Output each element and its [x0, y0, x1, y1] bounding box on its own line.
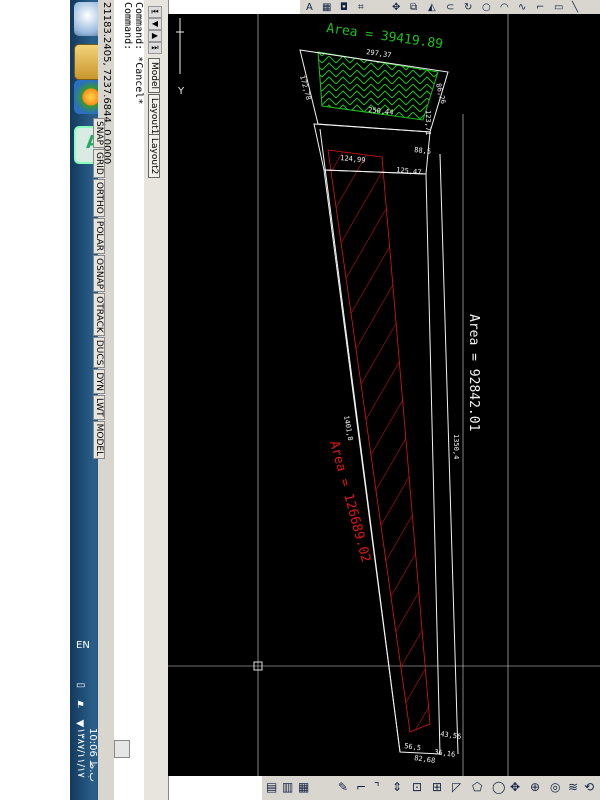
- layer-states-icon[interactable]: ▥: [282, 780, 293, 794]
- ucs-icon: [176, 18, 184, 74]
- mirror-icon[interactable]: ◭: [428, 2, 436, 13]
- network-icon[interactable]: ▭: [76, 680, 85, 691]
- dim-bottom-1: 56,5: [404, 742, 422, 752]
- dim-left-top: 172,78: [298, 74, 312, 101]
- dim-mid: 250,44: [368, 106, 394, 117]
- otrack-toggle[interactable]: OTRACK: [93, 293, 105, 336]
- dim-long-left: 1401,8: [342, 415, 354, 441]
- taskbar-margin: [0, 0, 70, 800]
- break-icon[interactable]: ⊞: [432, 780, 442, 794]
- zoom-icon[interactable]: ⊕: [530, 780, 540, 794]
- scale-icon[interactable]: ⊡: [412, 780, 422, 794]
- language-indicator[interactable]: EN: [76, 640, 90, 651]
- command-scrollbar[interactable]: [114, 740, 130, 758]
- toolbar-top: A ▦ ◘ ⌗ ✥ ⧉ ◭ ⊂ ↻ ○ ◠ ∿ ⌐ ▭ ╲: [300, 0, 600, 14]
- spline-icon[interactable]: ∿: [518, 2, 526, 13]
- command-window[interactable]: [114, 0, 145, 800]
- tab-layout2[interactable]: Layout2: [148, 134, 160, 179]
- tab-last-button[interactable]: ⏭: [148, 42, 162, 54]
- arc-icon[interactable]: ◠: [500, 2, 509, 13]
- insert-icon[interactable]: ⌗: [358, 2, 364, 13]
- offset-icon[interactable]: ⊂: [446, 2, 454, 13]
- ortho-toggle[interactable]: ORTHO: [93, 178, 105, 217]
- table-icon[interactable]: ▦: [322, 2, 331, 13]
- properties-icon[interactable]: ≋: [568, 780, 578, 794]
- dim-top: 297,37: [366, 48, 392, 59]
- lwt-toggle[interactable]: LWT: [93, 395, 105, 420]
- snap-toggle[interactable]: SNAP: [93, 118, 105, 149]
- polyline-icon[interactable]: ⌐: [536, 2, 544, 13]
- zoom-window-icon[interactable]: ◎: [550, 780, 560, 794]
- drawing-canvas[interactable]: Y Area = 39419.89 Area = 92842.01 Area =…: [168, 14, 600, 776]
- dim-small-right: 123,71: [424, 110, 432, 135]
- drawing-svg[interactable]: Y Area = 39419.89 Area = 92842.01 Area =…: [168, 14, 600, 776]
- polygon-icon[interactable]: ⬠: [472, 780, 482, 794]
- trim-icon[interactable]: ⌐: [356, 780, 366, 794]
- clock-date: ۱۳۸۷/۱۱/۱۷: [75, 728, 86, 778]
- command-history-line: Command: *Cancel*: [133, 2, 144, 105]
- block-icon[interactable]: ◘: [340, 2, 348, 13]
- circle-icon[interactable]: ○: [482, 2, 491, 13]
- circle-draw-icon[interactable]: ◯: [492, 780, 505, 794]
- model-toggle[interactable]: MODEL: [93, 420, 105, 460]
- area-label-right: Area = 92842.01: [466, 314, 481, 431]
- dim-bottom-2: 82,68: [414, 754, 436, 765]
- dim-long-right: 1350,4: [452, 434, 460, 459]
- flag-icon[interactable]: ⚑: [76, 700, 85, 711]
- area-label-top: Area = 39419.89: [325, 21, 443, 52]
- grid-toggle[interactable]: GRID: [93, 149, 105, 178]
- layer-previous-icon[interactable]: ▦: [298, 780, 309, 794]
- dim-mid-right: 125,47: [396, 166, 422, 177]
- tab-model[interactable]: Model: [148, 58, 160, 94]
- rotate-icon[interactable]: ↻: [464, 2, 472, 13]
- tab-prev-button[interactable]: ◀: [148, 18, 162, 30]
- dim-gap: 88,5: [414, 146, 432, 156]
- red-hatch-region[interactable]: [327, 149, 431, 733]
- stretch-icon[interactable]: ⇕: [392, 780, 402, 794]
- toolbar-bottom: ▤ ▥ ▦ ✎ ⌐ ⌝ ⇕ ⊡ ⊞ ◸ ⬠ ◯ ✥ ⊕ ◎ ≋ ⟲: [262, 776, 600, 800]
- chamfer-icon[interactable]: ◸: [452, 780, 461, 794]
- erase-icon[interactable]: ✎: [338, 780, 348, 794]
- extend-icon[interactable]: ⌝: [374, 780, 380, 794]
- polar-toggle[interactable]: POLAR: [93, 217, 105, 255]
- osnap-toggle[interactable]: OSNAP: [93, 255, 105, 293]
- dyn-toggle[interactable]: DYN: [93, 369, 105, 395]
- tab-next-button[interactable]: ▶: [148, 30, 162, 42]
- pan-icon[interactable]: ✥: [510, 780, 520, 794]
- copy-icon[interactable]: ⧉: [410, 2, 417, 13]
- line-icon[interactable]: ╲: [572, 2, 578, 13]
- command-prompt[interactable]: Command:: [122, 2, 133, 50]
- clock-time: 10:06 ‫ب.ظ‬: [87, 728, 98, 782]
- status-toggles: SNAPGRIDORTHOPOLAROSNAPOTRACKDUCSDYNLWTM…: [93, 118, 112, 460]
- area-label-hatch: Area = 126689.02: [326, 439, 373, 564]
- dim-bottom-3: 36,16: [434, 748, 456, 759]
- tab-layout1[interactable]: Layout1: [148, 94, 160, 139]
- ucs-y-label: Y: [177, 86, 185, 97]
- ducs-toggle[interactable]: DUCS: [93, 336, 105, 369]
- layer-icon[interactable]: ▤: [266, 780, 277, 794]
- dim-bottom-4: 43,56: [440, 730, 462, 741]
- orbit-icon[interactable]: ⟲: [584, 780, 594, 794]
- tab-first-button[interactable]: ⏮: [148, 6, 162, 18]
- text-icon[interactable]: A: [306, 2, 313, 13]
- rectangle-icon[interactable]: ▭: [554, 2, 563, 13]
- move-icon[interactable]: ✥: [392, 2, 400, 13]
- dim-right-top: 86,26: [434, 82, 447, 104]
